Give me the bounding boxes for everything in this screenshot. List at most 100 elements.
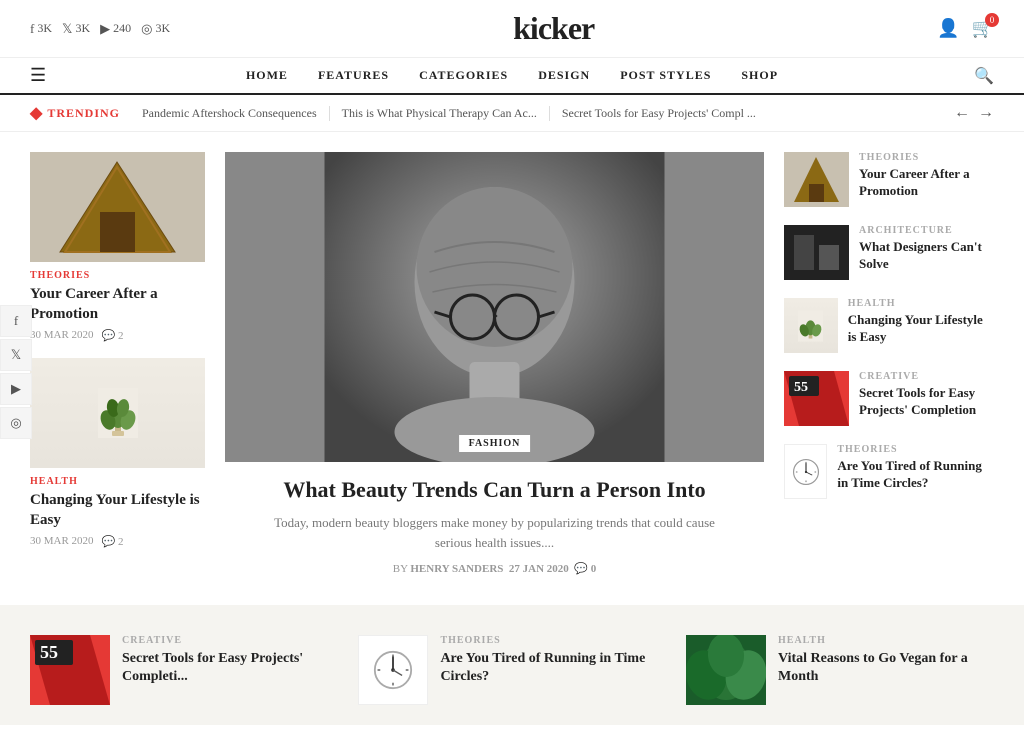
right-column: THEORIES Your Career After a Promotion A…	[784, 152, 994, 575]
site-logo[interactable]: kicker	[513, 10, 594, 47]
nav-post-styles[interactable]: POST STYLES	[620, 68, 711, 83]
right-article-0-info: THEORIES Your Career After a Promotion	[859, 152, 994, 200]
featured-image[interactable]: FASHION	[225, 152, 764, 462]
article-0-category: THEORIES	[30, 270, 205, 281]
bottom-card-2: HEALTH Vital Reasons to Go Vegan for a M…	[686, 635, 994, 705]
trending-item-0[interactable]: Pandemic Aftershock Consequences	[130, 106, 330, 121]
nav-design[interactable]: DESIGN	[538, 68, 590, 83]
featured-meta: BY HENRY SANDERS 27 JAN 2020 💬 0	[255, 562, 734, 575]
article-1-title[interactable]: Changing Your Lifestyle is Easy	[30, 491, 205, 530]
user-icon[interactable]: 👤	[937, 18, 959, 39]
bottom-card-2-info: HEALTH Vital Reasons to Go Vegan for a M…	[778, 635, 994, 686]
bottom-card-1: THEORIES Are You Tired of Running in Tim…	[358, 635, 666, 705]
article-0-comments: 💬 2	[102, 329, 124, 342]
featured-author[interactable]: HENRY SANDERS	[410, 563, 503, 575]
side-social-bar: f 𝕏 ▶ ◎	[0, 305, 32, 441]
article-0-title[interactable]: Your Career After a Promotion	[30, 285, 205, 324]
trending-text: TRENDING	[47, 106, 120, 121]
header-actions: 👤 🛒 0	[937, 18, 994, 39]
right-article-3-title[interactable]: Secret Tools for Easy Projects' Completi…	[859, 385, 994, 419]
bottom-red-art: 55	[30, 635, 110, 705]
nav-features[interactable]: FEATURES	[318, 68, 389, 83]
right-plant-art	[798, 310, 823, 342]
trending-prev-button[interactable]: ←	[954, 104, 970, 122]
right-article-2-category: HEALTH	[848, 298, 994, 309]
facebook-icon: f	[30, 21, 34, 37]
twitter-icon: 𝕏	[62, 21, 72, 37]
trending-bar: ◆ TRENDING Pandemic Aftershock Consequen…	[0, 95, 1024, 132]
youtube-icon: ▶	[100, 21, 110, 37]
side-facebook-button[interactable]: f	[0, 305, 32, 337]
bottom-grid: 55 CREATIVE Secret Tools for Easy Projec…	[30, 635, 994, 705]
svg-text:55: 55	[40, 642, 58, 662]
article-0-meta: 30 MAR 2020 💬 2	[30, 329, 205, 342]
bottom-leaves-art	[686, 635, 766, 705]
trending-item-2[interactable]: Secret Tools for Easy Projects' Compl ..…	[550, 106, 768, 121]
trending-item-1[interactable]: This is What Physical Therapy Can Ac...	[330, 106, 550, 121]
right-article-2-info: HEALTH Changing Your Lifestyle is Easy	[848, 298, 994, 346]
right-article-2-thumbnail[interactable]	[784, 298, 838, 353]
trending-items: Pandemic Aftershock Consequences This is…	[130, 106, 944, 121]
bottom-card-1-thumbnail[interactable]	[358, 635, 428, 705]
right-article-0-thumbnail[interactable]	[784, 152, 849, 207]
facebook-count: 3K	[37, 21, 52, 36]
trending-next-button[interactable]: →	[978, 104, 994, 122]
bottom-card-1-category: THEORIES	[440, 635, 666, 646]
featured-title[interactable]: What Beauty Trends Can Turn a Person Int…	[255, 476, 734, 505]
bottom-card-0-category: CREATIVE	[122, 635, 338, 646]
plant-art	[98, 388, 138, 438]
twitter-social[interactable]: 𝕏 3K	[62, 21, 90, 37]
triangle-art	[30, 152, 205, 262]
side-youtube-button[interactable]: ▶	[0, 373, 32, 405]
right-article-1-category: ARCHITECTURE	[859, 225, 994, 236]
trending-nav: ← →	[954, 104, 994, 122]
right-article-4-thumbnail[interactable]	[784, 444, 827, 499]
right-article-1-info: ARCHITECTURE What Designers Can't Solve	[859, 225, 994, 273]
bottom-card-1-info: THEORIES Are You Tired of Running in Tim…	[440, 635, 666, 686]
youtube-social[interactable]: ▶ 240	[100, 21, 131, 37]
bottom-card-0-title[interactable]: Secret Tools for Easy Projects' Completi…	[122, 650, 338, 686]
cart-button[interactable]: 🛒 0	[972, 18, 994, 39]
article-1-date: 30 MAR 2020	[30, 535, 94, 548]
nav-categories[interactable]: CATEGORIES	[419, 68, 508, 83]
right-article-1-title[interactable]: What Designers Can't Solve	[859, 239, 994, 273]
instagram-social[interactable]: ◎ 3K	[141, 21, 170, 37]
bottom-card-0-thumbnail[interactable]: 55	[30, 635, 110, 705]
top-bar: f 3K 𝕏 3K ▶ 240 ◎ 3K kicker 👤 🛒 0	[0, 0, 1024, 58]
instagram-icon: ◎	[141, 21, 152, 37]
main-content: THEORIES Your Career After a Promotion 3…	[0, 132, 1024, 595]
bottom-card-1-title[interactable]: Are You Tired of Running in Time Circles…	[440, 650, 666, 686]
right-article-1: ARCHITECTURE What Designers Can't Solve	[784, 225, 994, 280]
side-twitter-button[interactable]: 𝕏	[0, 339, 32, 371]
center-column: FASHION What Beauty Trends Can Turn a Pe…	[225, 152, 764, 575]
nav-home[interactable]: HOME	[246, 68, 288, 83]
article-0-date: 30 MAR 2020	[30, 329, 94, 342]
right-article-3-thumbnail[interactable]: 55	[784, 371, 849, 426]
facebook-social[interactable]: f 3K	[30, 21, 52, 37]
featured-comments: 0	[591, 563, 597, 575]
right-article-3-info: CREATIVE Secret Tools for Easy Projects'…	[859, 371, 994, 419]
social-links: f 3K 𝕏 3K ▶ 240 ◎ 3K	[30, 21, 170, 37]
bottom-card-2-title[interactable]: Vital Reasons to Go Vegan for a Month	[778, 650, 994, 686]
nav-bar: ☰ HOME FEATURES CATEGORIES DESIGN POST S…	[0, 58, 1024, 95]
right-article-2-title[interactable]: Changing Your Lifestyle is Easy	[848, 312, 994, 346]
right-article-4-category: THEORIES	[837, 444, 994, 455]
svg-text:55: 55	[794, 380, 808, 395]
search-icon[interactable]: 🔍	[974, 66, 994, 86]
menu-icon[interactable]: ☰	[30, 65, 46, 86]
article-1-comments: 💬 2	[102, 535, 124, 548]
article-1-thumbnail[interactable]	[30, 358, 205, 468]
cart-badge: 0	[985, 13, 999, 27]
article-0-thumbnail[interactable]	[30, 152, 205, 262]
right-article-3-category: CREATIVE	[859, 371, 994, 382]
bottom-card-2-thumbnail[interactable]	[686, 635, 766, 705]
left-column: THEORIES Your Career After a Promotion 3…	[30, 152, 205, 575]
right-article-4-title[interactable]: Are You Tired of Running in Time Circles…	[837, 458, 994, 492]
nav-shop[interactable]: SHOP	[741, 68, 778, 83]
featured-art	[225, 152, 764, 462]
right-article-0-title[interactable]: Your Career After a Promotion	[859, 166, 994, 200]
bottom-card-2-category: HEALTH	[778, 635, 994, 646]
right-article-1-thumbnail[interactable]	[784, 225, 849, 280]
right-triangle-art	[784, 152, 849, 207]
side-instagram-button[interactable]: ◎	[0, 407, 32, 439]
